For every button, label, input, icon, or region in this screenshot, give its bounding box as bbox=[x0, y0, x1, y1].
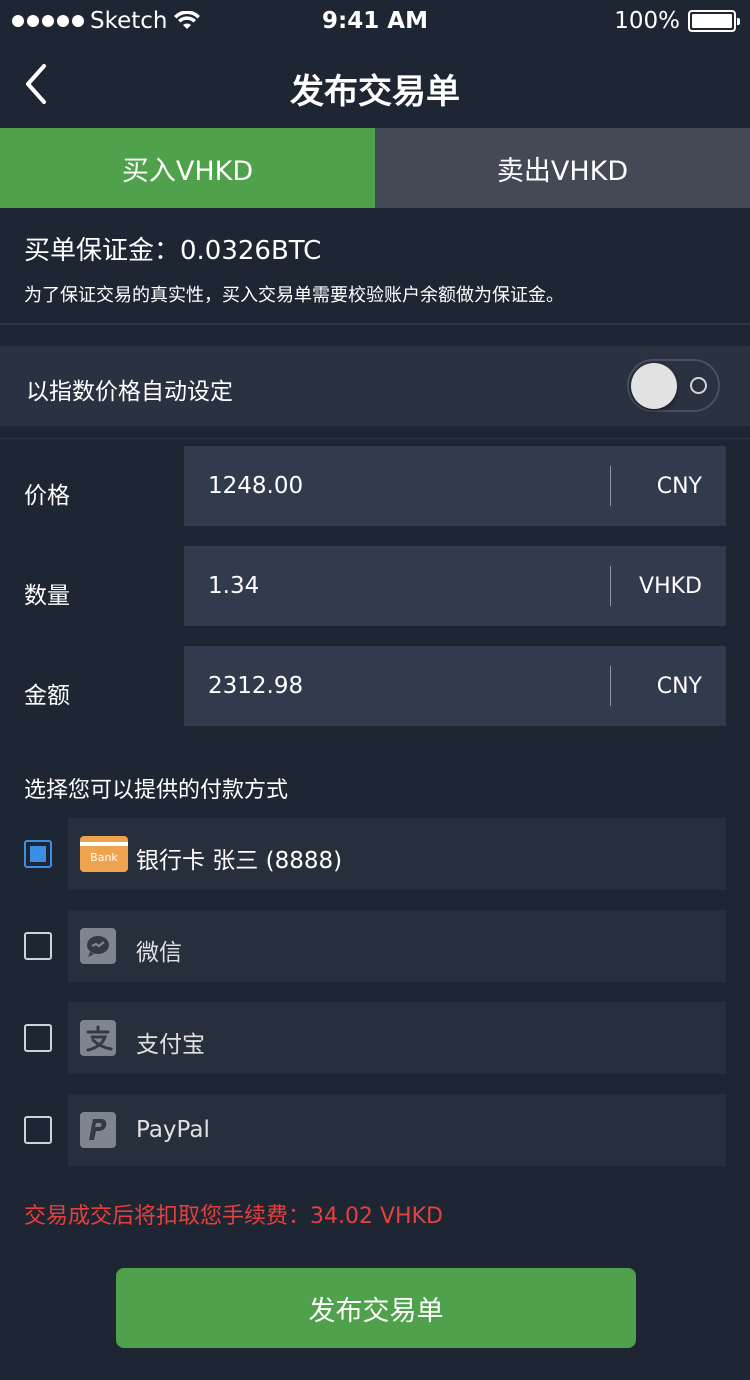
alipay-checkbox[interactable] bbox=[24, 1024, 52, 1052]
paypal-icon bbox=[80, 1112, 116, 1148]
bank-card-icon: Bank bbox=[80, 836, 128, 872]
auto-price-row: 以指数价格自动设定 bbox=[0, 346, 750, 426]
price-field: CNY bbox=[184, 446, 726, 526]
battery-percent: 100% bbox=[614, 8, 680, 34]
deposit-amount: 买单保证金：0.0326BTC bbox=[24, 236, 322, 266]
payment-methods-heading: 选择您可以提供的付款方式 bbox=[24, 778, 289, 803]
quantity-unit: VHKD bbox=[639, 574, 702, 599]
page-title: 发布交易单 bbox=[290, 72, 460, 112]
quantity-input[interactable] bbox=[208, 573, 588, 599]
amount-input[interactable] bbox=[208, 673, 588, 699]
deposit-section: 买单保证金：0.0326BTC 为了保证交易的真实性，买入交易单需要校验账户余额… bbox=[0, 208, 750, 324]
payment-method-alipay: 支付宝 bbox=[0, 1002, 750, 1074]
wechat-icon bbox=[80, 928, 116, 964]
bank-label: 银行卡 张三 (8888) bbox=[136, 848, 343, 874]
field-divider bbox=[610, 666, 611, 706]
quantity-field: VHKD bbox=[184, 546, 726, 626]
bank-option[interactable]: Bank 银行卡 张三 (8888) bbox=[68, 818, 726, 890]
battery-status: 100% bbox=[614, 8, 740, 34]
toggle-knob bbox=[631, 363, 677, 409]
payment-method-wechat: 微信 bbox=[0, 910, 750, 982]
amount-unit: CNY bbox=[656, 674, 702, 699]
paypal-label: PayPal bbox=[136, 1117, 210, 1143]
field-divider bbox=[610, 566, 611, 606]
deposit-note: 为了保证交易的真实性，买入交易单需要校验账户余额做为保证金。 bbox=[24, 285, 564, 306]
alipay-icon bbox=[80, 1020, 116, 1056]
tab-buy[interactable]: 买入VHKD bbox=[0, 128, 375, 208]
auto-price-toggle[interactable] bbox=[627, 359, 720, 412]
payment-method-bank: Bank 银行卡 张三 (8888) bbox=[0, 818, 750, 890]
price-unit: CNY bbox=[656, 474, 702, 499]
alipay-label: 支付宝 bbox=[136, 1032, 205, 1058]
trade-direction-tabs: 买入VHKD 卖出VHKD bbox=[0, 128, 750, 208]
price-label: 价格 bbox=[24, 483, 70, 509]
paypal-option[interactable]: PayPal bbox=[68, 1094, 726, 1166]
amount-field: CNY bbox=[184, 646, 726, 726]
amount-label: 金额 bbox=[24, 683, 70, 709]
alipay-option[interactable]: 支付宝 bbox=[68, 1002, 726, 1074]
divider bbox=[0, 323, 750, 325]
battery-icon bbox=[688, 10, 740, 32]
navigation-bar: 发布交易单 bbox=[0, 44, 750, 128]
status-bar: Sketch 9:41 AM 100% bbox=[0, 0, 750, 44]
wechat-label: 微信 bbox=[136, 940, 182, 966]
auto-price-label: 以指数价格自动设定 bbox=[26, 379, 233, 405]
price-input[interactable] bbox=[208, 473, 588, 499]
bank-checkbox[interactable] bbox=[24, 840, 52, 868]
paypal-checkbox[interactable] bbox=[24, 1116, 52, 1144]
divider bbox=[0, 438, 750, 439]
tab-sell[interactable]: 卖出VHKD bbox=[375, 128, 750, 208]
toggle-off-icon bbox=[690, 377, 707, 394]
publish-order-button[interactable]: 发布交易单 bbox=[116, 1268, 636, 1348]
field-divider bbox=[610, 466, 611, 506]
wechat-checkbox[interactable] bbox=[24, 932, 52, 960]
fee-notice: 交易成交后将扣取您手续费：34.02 VHKD bbox=[24, 1204, 443, 1229]
payment-method-paypal: PayPal bbox=[0, 1094, 750, 1166]
quantity-label: 数量 bbox=[24, 583, 70, 609]
wechat-option[interactable]: 微信 bbox=[68, 910, 726, 982]
